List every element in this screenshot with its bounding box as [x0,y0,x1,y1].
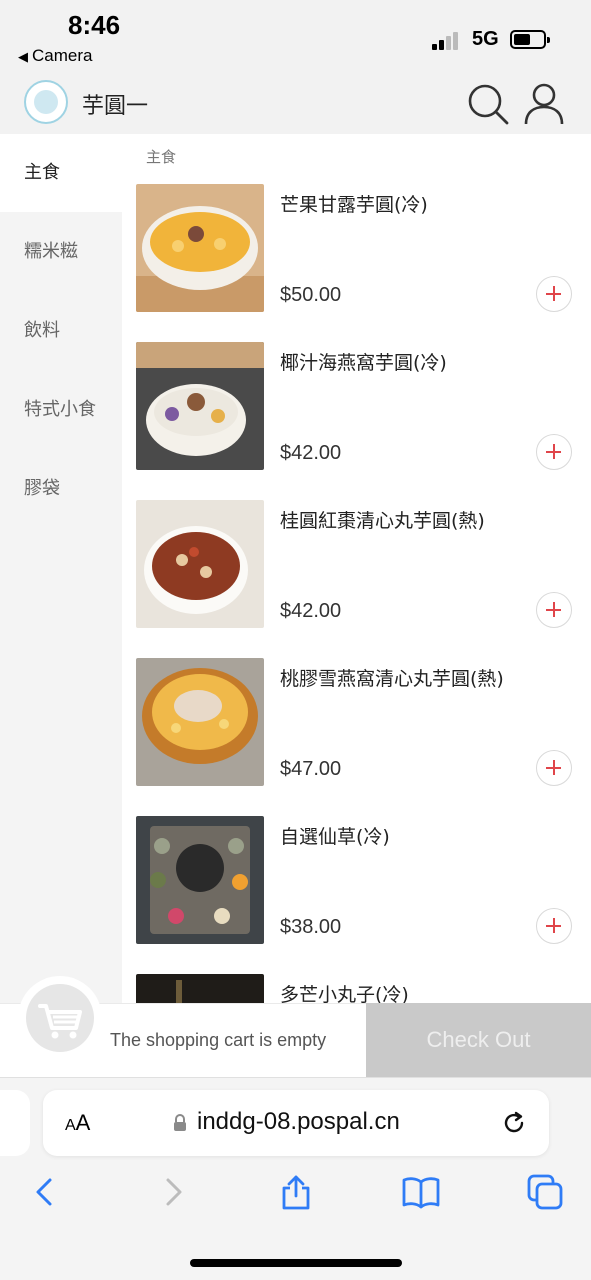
checkout-button[interactable]: Check Out [366,1003,591,1077]
tabs-icon[interactable] [527,1174,565,1210]
url-text[interactable]: inddg-08.pospal.cn [197,1108,400,1136]
cart-icon [38,1004,82,1039]
add-to-cart-button[interactable] [536,276,572,312]
product-item[interactable]: 桃膠雪燕窩清心丸芋圓(熱) $47.00 [122,658,591,808]
product-item[interactable]: 芒果甘露芋圓(冷) $50.00 [122,184,591,334]
product-image[interactable] [136,816,264,944]
product-name[interactable]: 桃膠雪燕窩清心丸芋圓(熱) [280,664,504,691]
add-to-cart-button[interactable] [536,908,572,944]
product-list: 主食 芒果甘露芋圓(冷) $50.00 椰汁海燕窩芋圓(冷) $42.00 桂圓… [122,134,591,1004]
category-item-main[interactable]: 主食 [0,134,122,212]
product-name[interactable]: 自選仙草(冷) [280,822,390,849]
cart-button[interactable] [26,984,94,1052]
app-header: 芋圓一 [0,72,591,134]
product-image[interactable] [136,658,264,786]
product-image[interactable] [136,500,264,628]
category-item-bags[interactable]: 膠袋 [0,450,122,528]
user-icon[interactable] [522,82,566,126]
product-image[interactable] [136,974,264,1004]
product-item[interactable]: 多芒小丸子(冷) [122,974,591,1004]
category-item-snacks[interactable]: 特式小食 [0,371,122,449]
search-icon[interactable] [466,82,510,126]
back-app-label: Camera [32,46,93,65]
section-title: 主食 [146,148,177,166]
product-price: $42.00 [280,442,342,464]
add-to-cart-button[interactable] [536,434,572,470]
product-item[interactable]: 自選仙草(冷) $38.00 [122,816,591,966]
back-to-app[interactable]: ◀ Camera [18,46,92,66]
category-item-drinks[interactable]: 飲料 [0,292,122,370]
product-name[interactable]: 椰汁海燕窩芋圓(冷) [280,348,447,375]
back-triangle-icon: ◀ [18,49,28,64]
back-icon[interactable] [28,1174,62,1210]
forward-icon[interactable] [156,1174,190,1210]
product-item[interactable]: 椰汁海燕窩芋圓(冷) $42.00 [122,342,591,492]
network-label: 5G [472,28,499,50]
category-sidebar: 主食 糯米糍 飲料 特式小食 膠袋 [0,134,122,1004]
add-to-cart-button[interactable] [536,750,572,786]
product-price: $47.00 [280,758,342,780]
product-name[interactable]: 芒果甘露芋圓(冷) [280,190,428,217]
signal-icon [432,30,466,50]
aa-small-label: A [65,1117,76,1134]
reload-icon[interactable] [501,1110,527,1136]
product-name[interactable]: 多芒小丸子(冷) [280,980,409,1004]
lock-icon [174,1114,186,1131]
battery-icon [510,30,550,49]
add-to-cart-button[interactable] [536,592,572,628]
bookmarks-icon[interactable] [401,1174,441,1210]
product-item[interactable]: 桂圓紅棗清心丸芋圓(熱) $42.00 [122,500,591,650]
status-time: 8:46 [68,10,121,40]
category-item-mochi[interactable]: 糯米糍 [0,213,122,291]
shop-name: 芋圓一 [82,94,149,119]
product-price: $42.00 [280,600,342,622]
share-icon[interactable] [279,1174,313,1210]
cart-empty-text: The shopping cart is empty [110,1030,327,1050]
status-bar: 8:46 ◀ Camera 5G [0,0,591,72]
aa-big-label: A [75,1110,91,1135]
product-price: $50.00 [280,284,342,306]
address-bar[interactable]: AA inddg-08.pospal.cn [43,1090,549,1156]
home-indicator[interactable] [190,1259,402,1267]
product-name[interactable]: 桂圓紅棗清心丸芋圓(熱) [280,506,485,533]
product-image[interactable] [136,184,264,312]
reader-options-button[interactable]: AA [65,1110,90,1136]
previous-tab-card[interactable] [0,1090,30,1156]
shop-logo[interactable] [24,80,68,124]
product-price: $38.00 [280,916,342,938]
product-image[interactable] [136,342,264,470]
